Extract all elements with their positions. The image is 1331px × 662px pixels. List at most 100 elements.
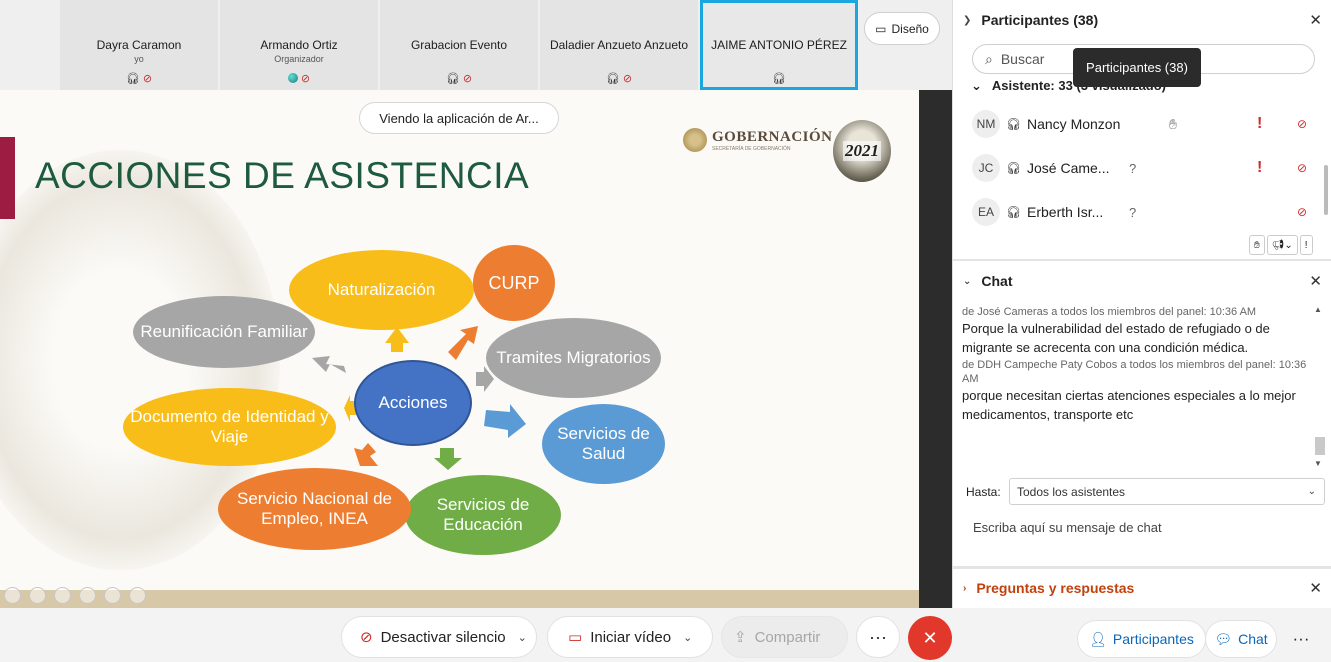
headset-icon: 🎧︎ (125, 73, 140, 85)
chevron-right-icon[interactable]: › (963, 583, 966, 594)
mic-muted-icon[interactable]: ⊘ (1297, 161, 1307, 175)
video-tile[interactable]: Daladier Anzueto Anzueto 🎧︎ ⊘ (540, 0, 698, 90)
layout-label: Diseño (891, 21, 929, 36)
tool-icon[interactable] (129, 587, 146, 604)
mic-muted-icon: ⊘ (622, 73, 633, 85)
side-panel: ❯ Participantes (38) ✕ ⌕ Buscar ⌄ Asiste… (952, 0, 1331, 608)
start-video-button[interactable]: ▭ Iniciar vídeo ⌄ (547, 616, 713, 658)
participant-name: Nancy Monzon (1027, 116, 1121, 132)
video-tile[interactable]: Armando Ortiz Organizador ⊘ (220, 0, 378, 90)
video-tile[interactable]: Dayra Caramon yo 🎧︎ ⊘ (60, 0, 218, 90)
participants-title: Participantes (38) (981, 12, 1099, 28)
mic-muted-icon: ⊘ (462, 73, 473, 85)
share-button[interactable]: ⇪ Compartir (721, 616, 848, 658)
close-icon[interactable]: ✕ (1309, 579, 1322, 597)
avatar: JC (972, 154, 1000, 182)
node-servicios-educacion: Servicios de Educación (405, 475, 561, 555)
chat-input[interactable]: Escriba aquí su mensaje de chat (973, 520, 1162, 535)
start-video-label: Iniciar vídeo (590, 628, 672, 646)
chat-meta: de José Cameras a todos los miembros del… (962, 306, 1257, 318)
participant-row[interactable]: EA 🎧︎ Erberth Isr... ? ⊘ (953, 192, 1318, 232)
layout-icon: ▭ (875, 21, 887, 36)
headset-icon: 🎧︎ (772, 73, 786, 85)
to-label: Hasta: (966, 485, 1001, 499)
shared-content-stage: Viendo la aplicación de Ar... ACCIONES D… (0, 90, 952, 608)
video-tile[interactable]: Grabacion Evento 🎧︎ ⊘ (380, 0, 538, 90)
megaphone-icon[interactable]: 📢︎⌄ (1266, 235, 1298, 255)
mic-muted-icon: ⊘ (300, 73, 311, 85)
chat-message: Porque la vulnerabilidad del estado de r… (962, 321, 1270, 355)
unmute-label: Desactivar silencio (380, 628, 506, 646)
headset-icon: 🎧︎ (605, 73, 620, 85)
node-reunificacion-familiar: Reunificación Familiar (133, 296, 315, 368)
more-icon: ··· (869, 626, 887, 647)
arrow-right-blue (484, 404, 526, 438)
raise-hand-icon[interactable]: ✋︎ (1249, 235, 1265, 255)
scroll-up-icon[interactable]: ▲ (1314, 305, 1322, 314)
tool-icon[interactable] (104, 587, 121, 604)
recipient-select[interactable]: Todos los asistentes ⌄ (1009, 478, 1325, 505)
tool-icon[interactable] (54, 587, 71, 604)
tile-name: Dayra Caramon (96, 38, 182, 52)
node-curp: CURP (473, 245, 555, 321)
qa-section-header[interactable]: › Preguntas y respuestas ✕ (953, 569, 1331, 607)
arrow-downleft (354, 443, 378, 466)
alert-icon: ! (1257, 159, 1263, 176)
chevron-down-icon[interactable]: ⌄ (518, 631, 527, 644)
headset-icon: 🎧︎ (1006, 117, 1022, 131)
person-icon: 👤︎ (1089, 630, 1107, 647)
tile-name: Daladier Anzueto Anzueto (549, 38, 689, 52)
chat-section-header[interactable]: ⌄ Chat ✕ (953, 262, 1331, 300)
chevron-down-icon[interactable]: ⌄ (683, 631, 692, 644)
scroll-thumb[interactable] (1315, 437, 1325, 455)
tile-name: Armando Ortiz (260, 38, 338, 52)
chevron-down-icon[interactable]: ❯ (963, 15, 971, 26)
chat-button[interactable]: 💬︎ Chat (1205, 620, 1277, 658)
tool-icon[interactable] (79, 587, 96, 604)
search-icon: ⌕ (985, 50, 993, 67)
chat-title: Chat (981, 273, 1013, 289)
mic-muted-icon[interactable]: ⊘ (1297, 117, 1307, 131)
chat-message: porque necesitan ciertas atenciones espe… (962, 388, 1296, 422)
node-servicios-salud: Servicios de Salud (542, 404, 665, 484)
video-tile-active-speaker[interactable]: JAIME ANTONIO PÉREZ 🎧︎ (700, 0, 858, 90)
alert-icon[interactable]: ! (1299, 235, 1313, 255)
scroll-down-icon[interactable]: ▼ (1314, 459, 1322, 468)
participant-row[interactable]: NM 🎧︎ Nancy Monzon ✋︎ ! ⊘ (953, 104, 1318, 144)
participants-button[interactable]: 👤︎ Participantes (1077, 620, 1206, 658)
arrow-down-green (434, 448, 462, 470)
more-options-button[interactable]: ··· (856, 616, 900, 658)
raised-hand-icon: ✋︎ (1169, 115, 1177, 132)
participants-section-header[interactable]: ❯ Participantes (38) ✕ (953, 1, 1331, 39)
arrow-up (385, 327, 409, 352)
shared-slide: Viendo la aplicación de Ar... ACCIONES D… (0, 90, 919, 608)
participant-name: Erberth Isr... (1027, 204, 1104, 220)
chevron-down-icon: ⌄ (1307, 486, 1316, 497)
tool-icon[interactable] (4, 587, 21, 604)
chat-icon: 💬︎ (1214, 630, 1233, 647)
layout-button[interactable]: ▭ Diseño (864, 12, 940, 45)
tool-icon[interactable] (29, 587, 46, 604)
close-icon[interactable]: ✕ (1309, 11, 1322, 29)
mic-muted-icon[interactable]: ⊘ (1297, 205, 1307, 219)
arrow-upright (448, 326, 478, 360)
unmute-button[interactable]: ⊘ Desactivar silencio ⌄ (341, 616, 537, 658)
panel-more-button[interactable]: ··· (1283, 620, 1319, 658)
participants-scrollbar[interactable] (1324, 165, 1328, 215)
avatar: EA (972, 198, 1000, 226)
headset-icon: 🎧︎ (445, 73, 460, 85)
chat-label: Chat (1238, 631, 1268, 647)
close-icon[interactable]: ✕ (1309, 272, 1322, 290)
chevron-down-icon[interactable]: ⌄ (963, 276, 971, 287)
question-icon: ? (1129, 160, 1137, 176)
node-tramites-migratorios: Tramites Migratorios (486, 318, 661, 398)
node-servicio-empleo: Servicio Nacional de Empleo, INEA (218, 468, 411, 550)
participant-row[interactable]: JC 🎧︎ José Came... ? ! ⊘ (953, 148, 1318, 188)
arrow-left-gray (312, 356, 346, 373)
mic-muted-icon: ⊘ (142, 73, 153, 85)
node-acciones-center: Acciones (354, 360, 472, 446)
tile-role: Organizador (274, 54, 324, 64)
node-naturalizacion: Naturalización (289, 250, 474, 330)
leave-meeting-button[interactable]: ✕ (908, 616, 952, 660)
chat-scrollbar[interactable]: ▲ ▼ (1314, 305, 1325, 470)
